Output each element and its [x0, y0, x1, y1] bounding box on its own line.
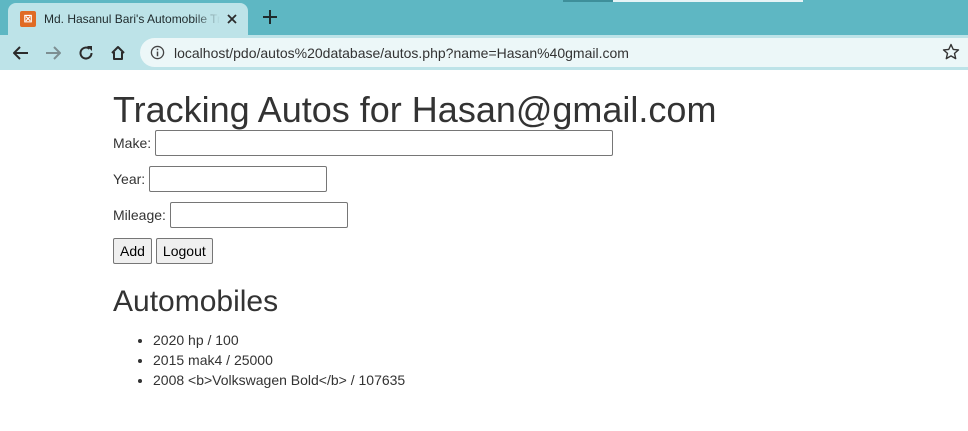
back-button[interactable] [7, 39, 35, 67]
forward-icon [46, 46, 61, 60]
mileage-input[interactable] [169, 202, 348, 228]
mileage-row: Mileage: [113, 202, 933, 228]
home-icon [111, 46, 125, 60]
year-label: Year: [113, 171, 146, 187]
new-tab-button[interactable] [259, 6, 281, 28]
address-bar[interactable]: localhost/pdo/autos%20database/autos.php… [140, 38, 968, 67]
tab-title: Md. Hasanul Bari's Automobile Tracker [44, 12, 220, 26]
reload-icon [79, 46, 93, 60]
make-label: Make: [113, 135, 152, 151]
form-buttons: Add Logout [113, 238, 933, 264]
strip-decoration [563, 0, 613, 2]
tab-strip: ⊠ Md. Hasanul Bari's Automobile Tracker [0, 0, 968, 35]
year-input[interactable] [149, 166, 328, 192]
xampp-favicon-icon: ⊠ [20, 11, 36, 27]
reload-button[interactable] [72, 39, 100, 67]
back-icon [13, 46, 28, 60]
url-text[interactable]: localhost/pdo/autos%20database/autos.php… [174, 45, 629, 61]
logout-button[interactable]: Logout [155, 238, 213, 264]
close-tab-button[interactable] [224, 11, 240, 27]
forward-button[interactable] [39, 39, 67, 67]
strip-decoration [613, 0, 803, 2]
list-item: 2020 hp / 100 [153, 330, 933, 350]
mileage-label: Mileage: [113, 207, 166, 223]
make-input[interactable] [155, 130, 614, 156]
add-button[interactable]: Add [113, 238, 152, 264]
page-title: Tracking Autos for Hasan@gmail.com [113, 89, 717, 130]
year-row: Year: [113, 166, 933, 192]
browser-toolbar: localhost/pdo/autos%20database/autos.php… [0, 35, 968, 70]
list-item: 2015 mak4 / 25000 [153, 350, 933, 370]
close-icon [227, 14, 237, 24]
home-button[interactable] [104, 39, 132, 67]
list-item: 2008 <b>Volkswagen Bold</b> / 107635 [153, 370, 933, 390]
page-content: Tracking Autos for Hasan@gmail.com Make:… [113, 70, 933, 390]
star-icon[interactable] [942, 43, 960, 61]
plus-icon [263, 10, 277, 24]
make-row: Make: [113, 130, 933, 156]
automobiles-heading: Automobiles [113, 285, 279, 318]
automobile-list: 2020 hp / 100 2015 mak4 / 25000 2008 <b>… [113, 330, 933, 390]
browser-tab[interactable]: ⊠ Md. Hasanul Bari's Automobile Tracker [8, 3, 248, 35]
info-icon[interactable] [150, 45, 165, 60]
